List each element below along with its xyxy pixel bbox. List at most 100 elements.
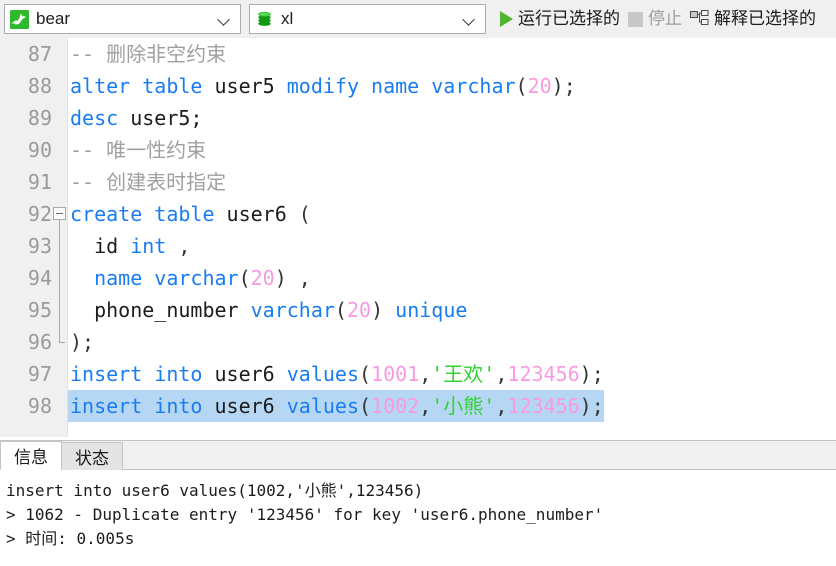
code-text[interactable]: name varchar(20) , <box>68 262 311 294</box>
token-pun: ( <box>515 74 528 98</box>
token-num: 1001 <box>371 362 420 386</box>
line-number: 89 <box>27 106 52 130</box>
token-pun: ); <box>551 74 576 98</box>
code-line[interactable]: 94 name varchar(20) , <box>0 262 836 294</box>
line-number: 91 <box>27 170 52 194</box>
fold-column[interactable] <box>52 230 68 262</box>
database-name: xl <box>281 9 294 28</box>
code-text[interactable]: alter table user5 modify name varchar(20… <box>68 70 576 102</box>
fold-column[interactable] <box>52 326 68 358</box>
connection-name: bear <box>36 9 71 28</box>
code-text[interactable]: create table user6 ( <box>68 198 311 230</box>
code-line[interactable]: 87 -- 删除非空约束 <box>0 38 836 70</box>
line-number: 90 <box>27 138 52 162</box>
token-pun: , <box>178 234 191 258</box>
code-line[interactable]: 92 create table user6 ( <box>0 198 836 230</box>
token-kw: desc <box>70 106 131 130</box>
fold-column[interactable] <box>52 262 68 294</box>
token-cmt: -- 删除非空约束 <box>70 42 227 66</box>
token-cmt: -- 创建表时指定 <box>70 170 227 194</box>
stop-button[interactable]: 停止 <box>624 4 686 34</box>
line-number: 95 <box>27 298 52 322</box>
fold-column[interactable] <box>52 102 68 134</box>
result-tab-active[interactable]: 信息 <box>0 441 62 470</box>
token-id: user5 <box>214 74 287 98</box>
fold-collapse-icon[interactable] <box>53 207 66 220</box>
fold-column[interactable] <box>52 38 68 70</box>
token-num: 1002 <box>371 394 420 418</box>
chevron-down-icon[interactable] <box>462 12 476 26</box>
token-str: '小熊' <box>431 394 496 418</box>
explain-selected-label: 解释已选择的 <box>714 9 816 28</box>
fold-guide-line <box>59 294 60 326</box>
fold-guide-line <box>59 230 60 262</box>
token-kw: int <box>130 234 179 258</box>
code-line[interactable]: 88 alter table user5 modify name varchar(… <box>0 70 836 102</box>
play-icon <box>500 11 513 27</box>
fold-column[interactable] <box>52 358 68 390</box>
output-line: > 1062 - Duplicate entry '123456' for ke… <box>6 505 604 524</box>
code-line[interactable]: 93 id int , <box>0 230 836 262</box>
fold-column[interactable] <box>52 134 68 166</box>
token-pun: ); <box>579 362 604 386</box>
token-pun: , <box>419 362 432 386</box>
token-kw: unique <box>395 298 468 322</box>
sql-editor[interactable]: 87 -- 删除非空约束 88 alter table user5 modify na… <box>0 38 836 438</box>
toolbar: bear xl 运行已选择的 停止 解释已选择的 <box>0 0 836 38</box>
code-text[interactable]: ); <box>68 326 94 358</box>
line-number: 96 <box>27 330 52 354</box>
token-pun: ) <box>371 298 396 322</box>
code-text[interactable]: id int , <box>68 230 190 262</box>
chevron-down-icon[interactable] <box>217 12 231 26</box>
token-num: 123456 <box>507 362 580 386</box>
token-id: phone_number <box>70 298 251 322</box>
code-line[interactable]: 98 insert into user6 values(1002,'小熊',123… <box>0 390 836 422</box>
token-pun: ); <box>579 394 604 418</box>
code-text[interactable]: insert into user6 values(1001,'王欢',12345… <box>68 358 604 390</box>
fold-column[interactable] <box>52 70 68 102</box>
line-number: 93 <box>27 234 52 258</box>
line-number: 94 <box>27 266 52 290</box>
code-text-selected[interactable]: insert into user6 values(1002,'小熊',12345… <box>68 390 604 422</box>
token-pun: ) , <box>274 266 311 290</box>
code-line[interactable]: 90 -- 唯一性约束 <box>0 134 836 166</box>
code-line[interactable]: 91 -- 创建表时指定 <box>0 166 836 198</box>
token-kw: insert into <box>70 394 215 418</box>
fold-column[interactable] <box>52 166 68 198</box>
token-kw: insert into <box>70 362 215 386</box>
code-line[interactable]: 96); <box>0 326 836 358</box>
code-text[interactable]: phone_number varchar(20) unique <box>68 294 467 326</box>
run-selected-button[interactable]: 运行已选择的 <box>496 4 624 34</box>
database-icon <box>255 10 274 29</box>
result-output: insert into user6 values(1002,'小熊',12345… <box>0 470 836 551</box>
line-number: 98 <box>27 394 52 418</box>
explain-selected-button[interactable]: 解释已选择的 <box>686 4 820 34</box>
database-select[interactable]: xl <box>249 4 486 34</box>
token-id: user5; <box>130 106 203 130</box>
fold-column[interactable] <box>52 294 68 326</box>
token-num: 20 <box>527 74 552 98</box>
mysql-connection-icon <box>10 9 29 29</box>
code-text[interactable]: -- 创建表时指定 <box>68 166 226 198</box>
code-text[interactable]: -- 删除非空约束 <box>68 38 226 70</box>
stop-square-icon <box>628 11 643 27</box>
result-panel: 信息 状态 insert into user6 values(1002,'小熊',… <box>0 440 836 566</box>
token-kw: create table <box>70 202 227 226</box>
fold-guide-line <box>59 220 60 230</box>
connection-select[interactable]: bear <box>4 4 241 34</box>
token-id: user6 <box>214 394 287 418</box>
line-number: 88 <box>27 74 52 98</box>
code-text[interactable]: -- 唯一性约束 <box>68 134 206 166</box>
code-line[interactable]: 89 desc user5; <box>0 102 836 134</box>
run-selected-label: 运行已选择的 <box>518 9 620 28</box>
code-line[interactable]: 97 insert into user6 values(1001,'王欢',123… <box>0 358 836 390</box>
line-number: 87 <box>27 42 52 66</box>
token-cmt: -- 唯一性约束 <box>70 138 207 162</box>
token-pun: ( <box>238 266 251 290</box>
code-text[interactable]: desc user5; <box>68 102 202 134</box>
code-area[interactable]: 87 -- 删除非空约束 88 alter table user5 modify na… <box>0 38 836 437</box>
fold-column[interactable] <box>52 198 68 230</box>
result-tab-inactive[interactable]: 状态 <box>61 442 123 470</box>
fold-column[interactable] <box>52 390 68 422</box>
code-line[interactable]: 95 phone_number varchar(20) unique <box>0 294 836 326</box>
